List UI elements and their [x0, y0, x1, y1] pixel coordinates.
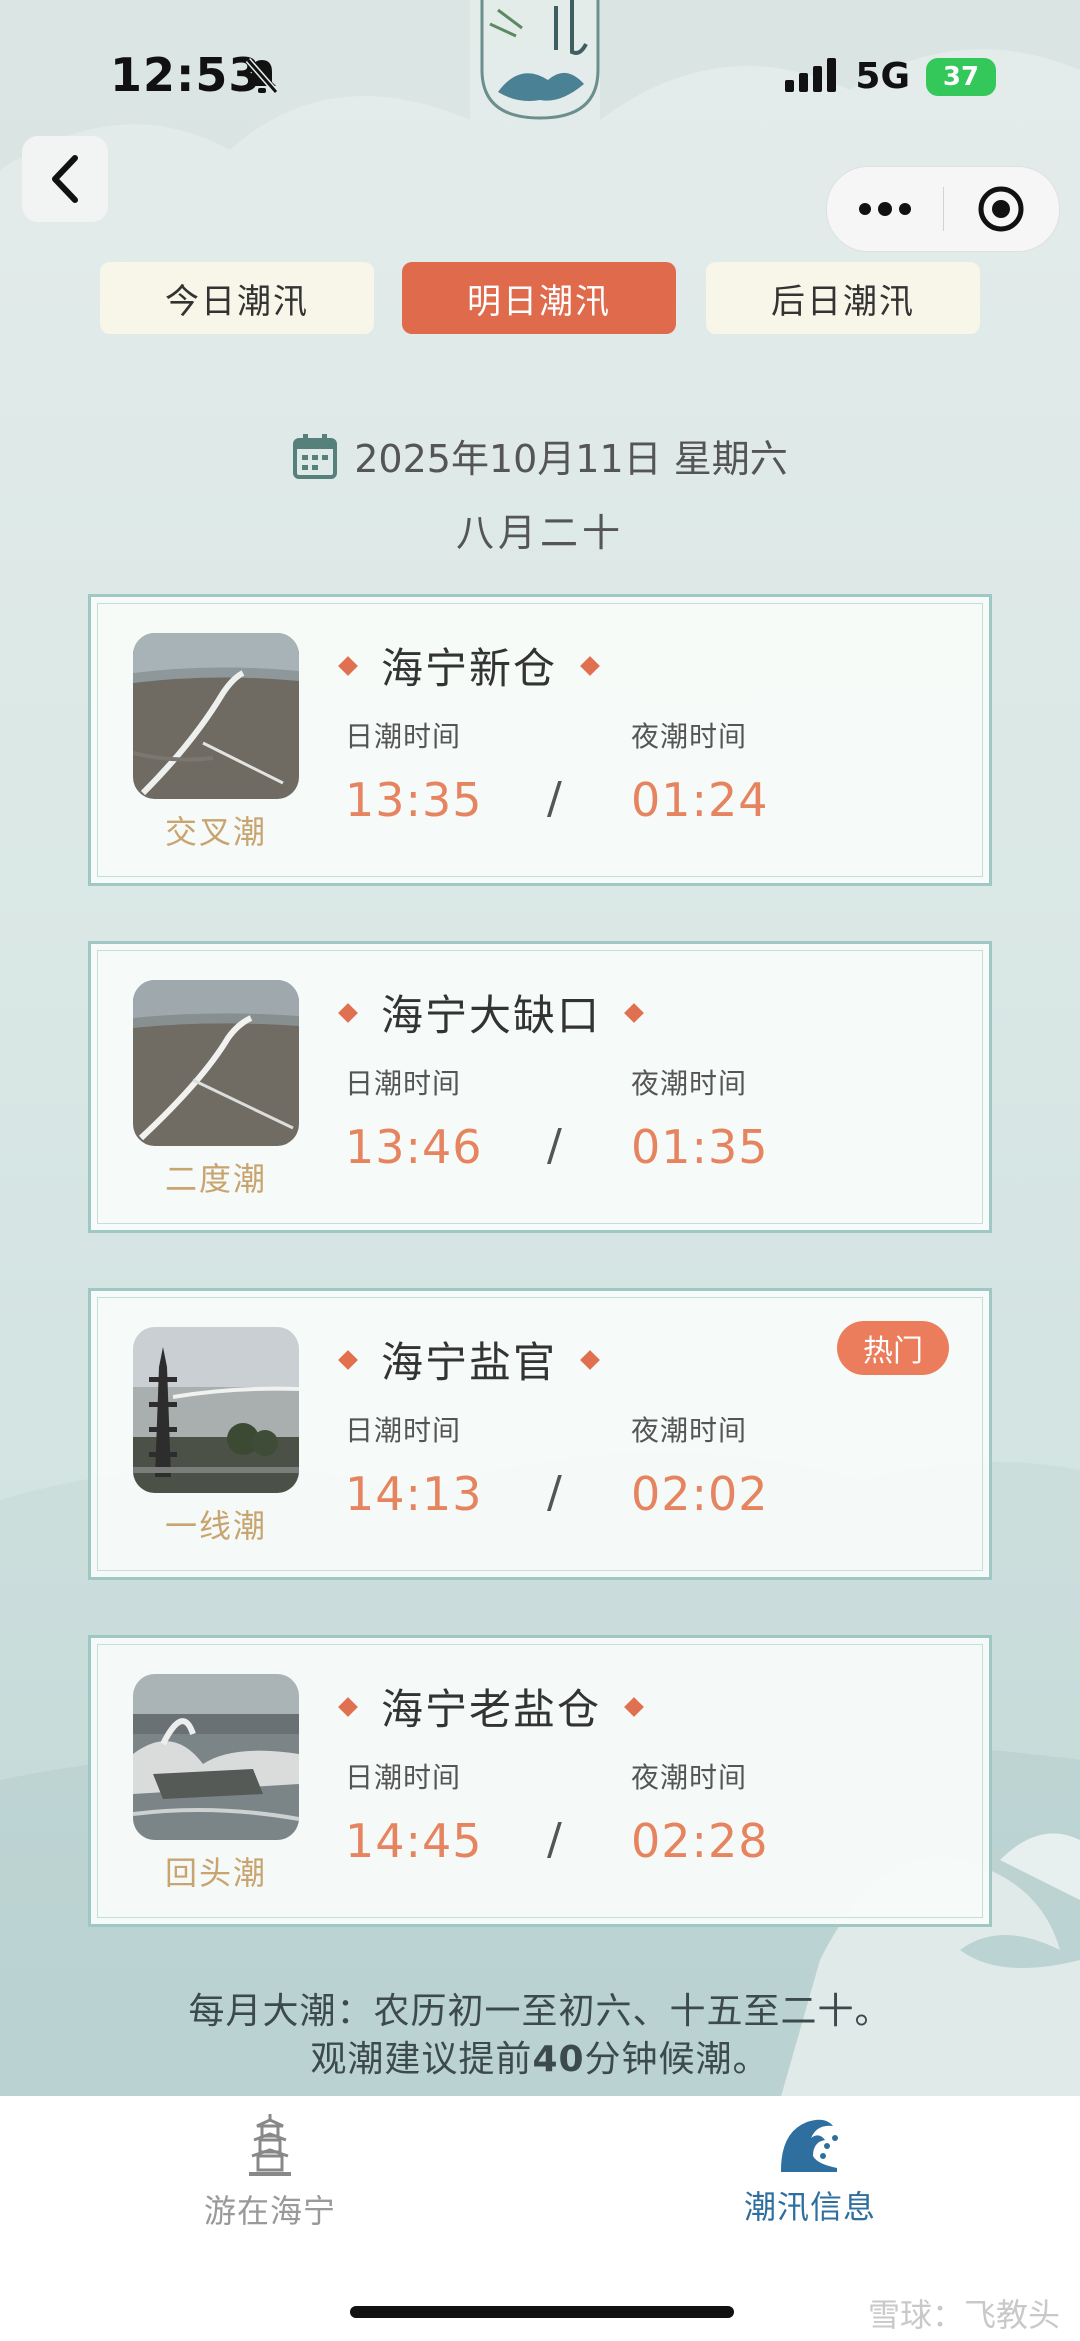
battery-icon: 37 [926, 57, 996, 96]
night-tide-label: 夜潮时间 [631, 1761, 748, 1794]
time-separator: / [547, 1814, 562, 1865]
note-text: 观潮建议提前 [310, 2039, 533, 2080]
network-label: 5G [855, 56, 910, 97]
more-dots-icon [858, 202, 911, 216]
note-text: 分钟候潮。 [584, 2039, 770, 2080]
tabbar-item-travel[interactable]: 游在海宁 [120, 2112, 420, 2232]
day-tide-label: 日潮时间 [345, 1067, 462, 1100]
diamond-icon [338, 1349, 358, 1370]
spot-name: 海宁盐官 [338, 1329, 600, 1390]
hot-badge: 热门 [837, 1321, 949, 1375]
night-tide-time: 01:35 [631, 1120, 769, 1174]
more-button[interactable] [827, 167, 943, 251]
tide-spot-card[interactable]: 二度潮 海宁大缺口 日潮时间 夜潮时间 13:46 / 01:35 [88, 941, 992, 1233]
time-separator: / [547, 773, 562, 824]
lunar-date: 八月二十 [455, 511, 624, 555]
tide-note-line1: 每月大潮：农历初一至初六、十五至二十。 [188, 1991, 892, 2032]
battery-level: 37 [942, 61, 980, 92]
tide-spot-card[interactable]: 交叉潮 海宁新仓 日潮时间 夜潮时间 13:35 / 01:24 [88, 594, 992, 886]
day-tide-time: 13:35 [345, 773, 483, 827]
night-tide-time: 02:28 [631, 1814, 769, 1868]
night-tide-label: 夜潮时间 [631, 720, 748, 753]
tide-type-label: 回头潮 [164, 1854, 267, 1892]
tide-note-line2: 观潮建议提前40分钟候潮。 [0, 2030, 1080, 2082]
spot-photo [133, 633, 299, 799]
tide-spot-card[interactable]: 一线潮 海宁盐官 热门 日潮时间 夜潮时间 14:13 / 02:02 [88, 1288, 992, 1580]
diamond-icon [338, 655, 358, 676]
spot-name: 海宁大缺口 [338, 982, 644, 1043]
status-indicators: 5G 37 [785, 56, 996, 97]
home-indicator [350, 2306, 734, 2318]
day-tide-time: 14:45 [345, 1814, 483, 1868]
tab-today[interactable]: 今日潮汛 [100, 262, 374, 334]
bell-mute-icon [244, 56, 280, 100]
tide-type-label: 交叉潮 [164, 813, 267, 851]
diamond-icon [624, 1696, 644, 1717]
night-tide-label: 夜潮时间 [631, 1414, 748, 1447]
watermark: 雪球：飞教头 [867, 2296, 1060, 2334]
night-tide-time: 02:02 [631, 1467, 769, 1521]
tabbar-label-tide-info: 潮汛信息 [743, 2188, 876, 2226]
spot-name-text: 海宁新仓 [381, 644, 558, 693]
spot-name-text: 海宁老盐仓 [381, 1685, 602, 1734]
time-separator: / [547, 1120, 562, 1171]
date-text: 2025年10月11日 星期六 [354, 437, 788, 481]
tide-type-label: 一线潮 [164, 1507, 267, 1545]
tabbar-item-tide-info[interactable]: 潮汛信息 [660, 2112, 960, 2228]
day-tide-label: 日潮时间 [345, 720, 462, 753]
diamond-icon [338, 1002, 358, 1023]
calendar-icon [293, 433, 338, 479]
date-display: 2025年10月11日 星期六 [0, 428, 1080, 483]
tab-day-after[interactable]: 后日潮汛 [706, 262, 980, 334]
spot-photo [133, 1674, 299, 1840]
wave-icon [781, 2119, 838, 2172]
spot-photo [133, 980, 299, 1146]
diamond-icon [580, 1349, 600, 1370]
spot-name-text: 海宁大缺口 [381, 991, 602, 1040]
day-tide-time: 13:46 [345, 1120, 483, 1174]
chevron-left-icon [52, 155, 78, 203]
spot-name-text: 海宁盐官 [381, 1338, 558, 1387]
target-icon [978, 186, 1024, 232]
night-tide-time: 01:24 [631, 773, 769, 827]
signal-icon [785, 57, 839, 96]
day-tide-label: 日潮时间 [345, 1414, 462, 1447]
status-time: 12:53 [110, 48, 262, 102]
diamond-icon [624, 1002, 644, 1023]
diamond-icon [338, 1696, 358, 1717]
tabbar-label-travel: 游在海宁 [203, 2192, 336, 2230]
tide-spot-card[interactable]: 回头潮 海宁老盐仓 日潮时间 夜潮时间 14:45 / 02:28 [88, 1635, 992, 1927]
spot-name: 海宁新仓 [338, 635, 600, 696]
close-miniprogram-button[interactable] [944, 167, 1060, 251]
night-tide-label: 夜潮时间 [631, 1067, 748, 1100]
miniprogram-capsule [826, 166, 1060, 252]
tide-type-label: 二度潮 [164, 1160, 267, 1198]
pagoda-icon [249, 2114, 291, 2176]
diamond-icon [580, 655, 600, 676]
spot-name: 海宁老盐仓 [338, 1676, 644, 1737]
tab-tomorrow[interactable]: 明日潮汛 [402, 262, 676, 334]
day-tide-time: 14:13 [345, 1467, 483, 1521]
spot-photo [133, 1327, 299, 1493]
time-separator: / [547, 1467, 562, 1518]
note-minutes: 40 [532, 2039, 585, 2080]
day-tide-label: 日潮时间 [345, 1761, 462, 1794]
back-button[interactable] [22, 136, 108, 222]
